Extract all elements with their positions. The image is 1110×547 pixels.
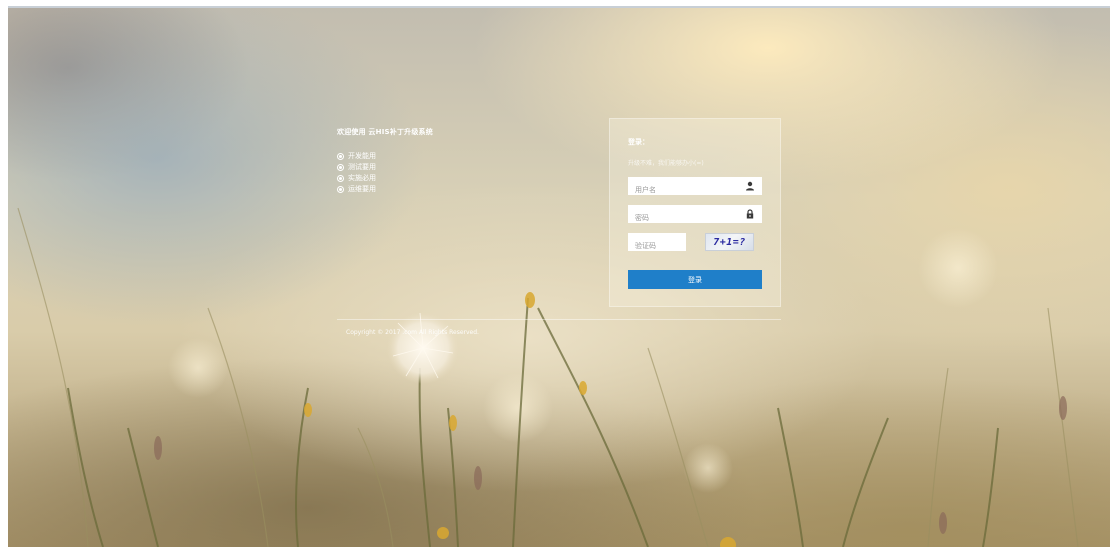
feature-item: 实施必用 bbox=[337, 173, 433, 184]
radio-bullet-icon bbox=[337, 186, 344, 193]
captcha-field bbox=[628, 233, 687, 255]
feature-item: 运维要用 bbox=[337, 184, 433, 195]
login-panel: 登录： 升级不难，我们能够办小(=) 7+1=? 登录 bbox=[609, 118, 781, 307]
footer-divider bbox=[337, 319, 781, 320]
login-hint: 升级不难，我们能够办小(=) bbox=[628, 160, 704, 167]
feature-label: 开发能用 bbox=[348, 152, 376, 160]
feature-list: 开发能用 测试要用 实施必用 运维要用 bbox=[337, 151, 433, 195]
login-title: 登录： bbox=[628, 138, 649, 146]
password-field bbox=[628, 205, 762, 227]
captcha-image[interactable]: 7+1=? bbox=[705, 233, 754, 251]
radio-bullet-icon bbox=[337, 175, 344, 182]
password-input[interactable] bbox=[628, 209, 745, 227]
username-field bbox=[628, 177, 762, 199]
username-input[interactable] bbox=[628, 181, 745, 199]
user-icon bbox=[746, 181, 754, 191]
captcha-input[interactable] bbox=[628, 237, 687, 255]
login-button[interactable]: 登录 bbox=[628, 270, 762, 289]
welcome-title: 欢迎使用 云HIS补丁升级系统 bbox=[337, 128, 433, 136]
welcome-section: 欢迎使用 云HIS补丁升级系统 开发能用 测试要用 实施必用 运维要用 bbox=[337, 127, 433, 195]
feature-item: 测试要用 bbox=[337, 162, 433, 173]
feature-label: 测试要用 bbox=[348, 163, 376, 171]
background-photo bbox=[8, 8, 1110, 547]
lock-icon bbox=[746, 209, 754, 219]
feature-label: 运维要用 bbox=[348, 185, 376, 193]
radio-bullet-icon bbox=[337, 164, 344, 171]
grass-flowers-decoration bbox=[17, 207, 1079, 547]
copyright-text: Copyright © 2017 .com All Rights Reserve… bbox=[346, 329, 479, 336]
radio-bullet-icon bbox=[337, 153, 344, 160]
feature-item: 开发能用 bbox=[337, 151, 433, 162]
feature-label: 实施必用 bbox=[348, 174, 376, 182]
login-page: 欢迎使用 云HIS补丁升级系统 开发能用 测试要用 实施必用 运维要用 登录： … bbox=[0, 0, 1110, 547]
